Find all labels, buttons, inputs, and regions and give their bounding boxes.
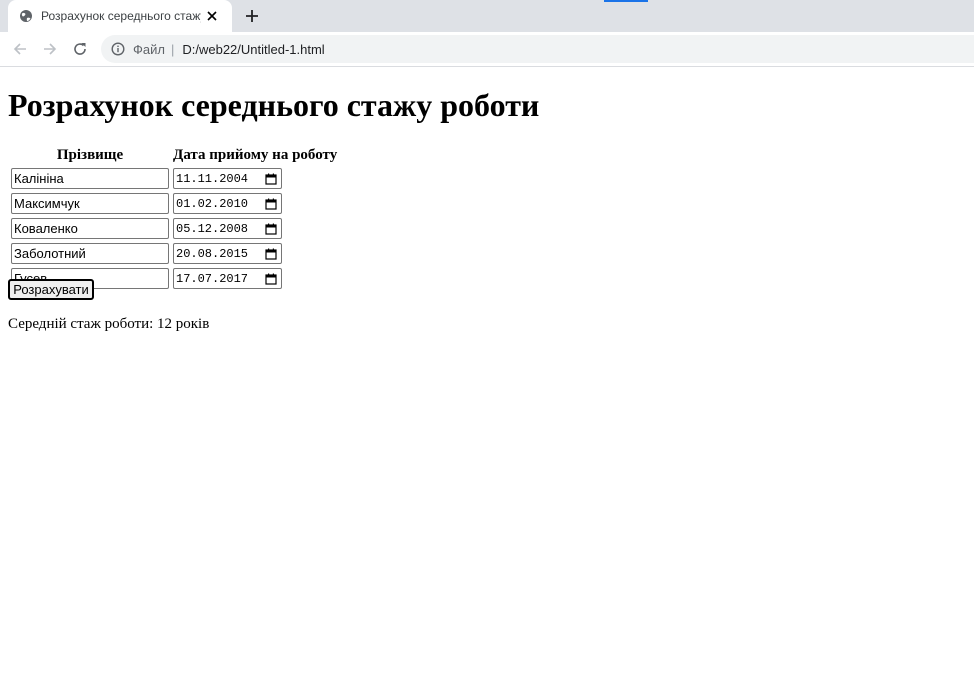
surname-input[interactable] — [11, 168, 169, 189]
hire-date-input[interactable]: 11.11.2004 — [173, 168, 282, 189]
info-icon[interactable] — [111, 42, 125, 56]
calendar-icon[interactable] — [265, 223, 277, 235]
address-bar[interactable]: Файл | D:/web22/Untitled-1.html — [101, 35, 974, 63]
arrow-left-icon[interactable] — [8, 37, 32, 61]
hire-date-input[interactable]: 20.08.2015 — [173, 243, 282, 264]
page-title: Розрахунок середнього стажу роботи — [8, 87, 540, 123]
surname-input[interactable] — [11, 218, 169, 239]
date-value: 11.11.2004 — [176, 171, 249, 186]
surname-input[interactable] — [11, 193, 169, 214]
tab-strip: Розрахунок середнього стажу р — [0, 0, 974, 32]
calculate-button[interactable]: Розрахувати — [8, 279, 94, 300]
hire-date-input[interactable]: 05.12.2008 — [173, 218, 282, 239]
date-value: 01.02.2010 — [176, 196, 249, 211]
separator: | — [170, 41, 175, 57]
table-row: 20.08.2015 — [10, 242, 338, 265]
table-row: 11.11.2004 — [10, 167, 338, 190]
column-header-hire-date: Дата прийому на роботу — [173, 147, 338, 163]
table-row: 01.02.2010 — [10, 192, 338, 215]
result-text: Середній стаж роботи: 12 років — [8, 316, 210, 332]
scheme-label: Файл — [133, 41, 165, 57]
column-header-surname: Прізвище — [56, 147, 124, 163]
calendar-icon[interactable] — [265, 173, 277, 185]
url-text: D:/web22/Untitled-1.html — [182, 41, 325, 57]
surname-input[interactable] — [11, 243, 169, 264]
staff-table: Прізвище Дата прийому на роботу 11.11.20… — [8, 144, 340, 292]
date-value: 05.12.2008 — [176, 221, 249, 236]
table-row: 05.12.2008 — [10, 217, 338, 240]
arrow-right-icon[interactable] — [38, 37, 62, 61]
calendar-icon[interactable] — [265, 248, 277, 260]
page-content: Розрахунок середнього стажу роботи Прізв… — [0, 67, 974, 679]
reload-icon[interactable] — [68, 37, 92, 61]
globe-icon — [19, 9, 33, 23]
hire-date-input[interactable]: 01.02.2010 — [173, 193, 282, 214]
date-value: 20.08.2015 — [176, 246, 249, 261]
accent-line — [604, 0, 648, 2]
date-value: 17.07.2017 — [176, 271, 249, 286]
calendar-icon[interactable] — [265, 273, 277, 285]
close-icon[interactable] — [204, 8, 220, 24]
browser-tab[interactable]: Розрахунок середнього стажу р — [8, 0, 232, 32]
calendar-icon[interactable] — [265, 198, 277, 210]
hire-date-input[interactable]: 17.07.2017 — [173, 268, 282, 289]
plus-icon[interactable] — [240, 4, 264, 28]
tab-title: Розрахунок середнього стажу р — [41, 9, 201, 23]
browser-toolbar: Файл | D:/web22/Untitled-1.html — [0, 32, 974, 67]
